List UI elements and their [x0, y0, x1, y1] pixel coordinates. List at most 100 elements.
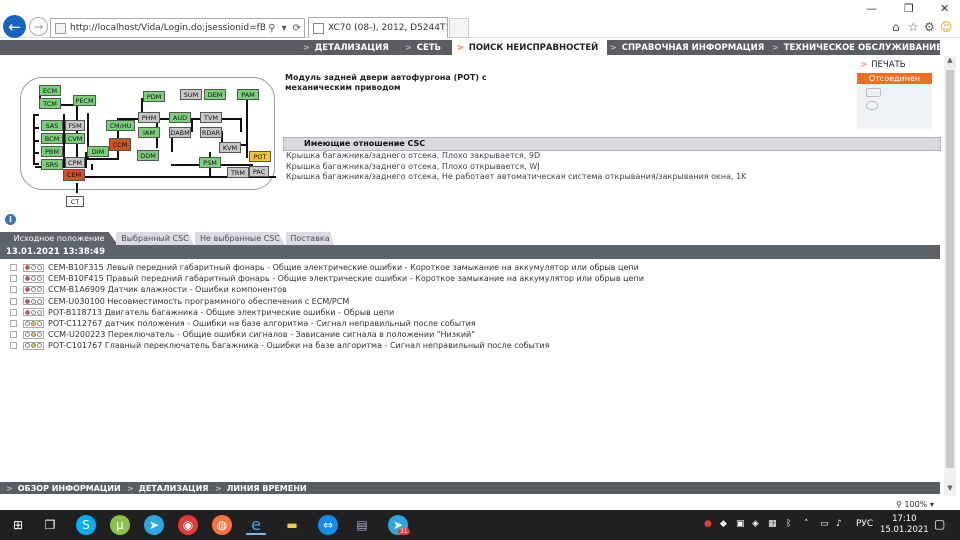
csc-item[interactable]: Крышка багажника/заднего отсека, Плохо о…	[286, 162, 936, 173]
ecu-pbm[interactable]: PBM	[41, 146, 63, 157]
ecu-pecm[interactable]: PECM	[73, 95, 96, 106]
ecu-pot[interactable]: POT	[249, 151, 271, 162]
browser-tab[interactable]: XC70 (08-), 2012, D5244T15,... ✕	[308, 17, 448, 38]
dtc-row[interactable]: POT-C112767 датчик положения - Ошибки на…	[0, 318, 940, 329]
ecu-pdm[interactable]: PDM	[143, 91, 165, 102]
feedback-icon[interactable]: ☺	[940, 20, 953, 34]
ecu-pam[interactable]: PAM	[237, 89, 259, 100]
ecu-ecm[interactable]: ECM	[39, 85, 61, 96]
alert-icon[interactable]: ●	[704, 519, 712, 529]
expand-icon[interactable]	[10, 308, 17, 316]
dtc-row[interactable]: CCM-B1A6909 Датчик влажности - Ошибки ко…	[0, 284, 940, 295]
expand-icon[interactable]	[10, 320, 17, 328]
notifications-icon[interactable]: ▢	[934, 517, 945, 531]
ecu-rdar[interactable]: RDAR	[200, 127, 222, 138]
nav-detailing[interactable]: > ДЕТАЛИЗАЦИЯ	[303, 40, 398, 55]
dropdown-icon[interactable]: ▾	[282, 23, 287, 34]
zoom-level[interactable]: ⚲ 100% ▾	[896, 500, 934, 509]
expand-icon[interactable]	[10, 275, 17, 283]
csc-item[interactable]: Крышка багажника/заднего отсека, Плохо з…	[286, 151, 936, 162]
nav-maintenance[interactable]: > ТЕХНИЧЕСКОЕ ОБСЛУЖИВАНИЕ	[772, 40, 942, 55]
ecu-iam[interactable]: IAM	[138, 127, 160, 138]
ecu-tcm[interactable]: TCM	[39, 98, 61, 109]
address-bar[interactable]: http://localhost/Vida/Login.do;jsessioni…	[50, 18, 305, 38]
home-icon[interactable]: ⌂	[892, 20, 900, 34]
bottom-tab-overview[interactable]: > ОБЗОР ИНФОРМАЦИИ	[6, 482, 121, 494]
ecu-bcm[interactable]: BCM	[41, 133, 63, 144]
ecu-sum[interactable]: SUM	[180, 89, 202, 100]
tray-app2-icon[interactable]: ▣	[736, 519, 745, 529]
close-icon[interactable]: ✕	[940, 2, 949, 15]
address-url[interactable]: http://localhost/Vida/Login.do;jsessioni…	[70, 23, 265, 33]
ecu-kvm[interactable]: KVM	[219, 142, 241, 153]
bottom-tab-detailing[interactable]: > ДЕТАЛИЗАЦИЯ	[127, 482, 208, 494]
ecu-dabm[interactable]: DABM	[169, 127, 191, 138]
volume-icon[interactable]: ♪	[836, 519, 842, 529]
ecu-ccm[interactable]: CCM	[109, 138, 131, 151]
dtc-row[interactable]: CEM-B10F315 Левый передний габаритный фо…	[0, 262, 940, 273]
ecu-srs[interactable]: SRS	[41, 159, 63, 170]
nav-fault-search[interactable]: > ПОИСК НЕИСПРАВНОСТЕЙ	[452, 40, 607, 55]
scroll-down-icon[interactable]: ▼	[944, 484, 956, 492]
task-view-icon[interactable]: ❐	[40, 515, 60, 535]
ecu-cpm[interactable]: CPM	[65, 157, 85, 168]
forward-button[interactable]: →	[29, 17, 48, 36]
ecu-fsm[interactable]: FSM	[65, 120, 85, 131]
tab-unselected-csc[interactable]: Не выбранные CSC	[195, 232, 285, 245]
ecu-aud[interactable]: AUD	[169, 112, 191, 123]
nav-reference-info[interactable]: > СПРАВОЧНАЯ ИНФОРМАЦИЯ	[610, 40, 765, 55]
info-icon[interactable]: i	[5, 214, 16, 225]
nav-network[interactable]: > СЕТЬ	[405, 40, 450, 55]
vertical-scrollbar[interactable]: ▲ ▼	[944, 56, 956, 496]
tray-chevron-icon[interactable]: ˄	[804, 519, 809, 529]
skype-icon[interactable]: S	[76, 515, 96, 535]
expand-icon[interactable]	[10, 297, 17, 305]
ecu-dim[interactable]: DIM	[87, 146, 109, 157]
internet-explorer-icon[interactable]: e	[246, 515, 266, 535]
expand-icon[interactable]	[10, 342, 17, 350]
ecu-trm[interactable]: TRM	[227, 167, 249, 178]
dtc-row[interactable]: CEM-B10F415 Правый передний габаритный ф…	[0, 273, 940, 284]
minimize-icon[interactable]: —	[866, 2, 877, 15]
scrollbar-thumb[interactable]	[946, 70, 954, 468]
bluetooth-icon[interactable]: ᛒ	[786, 519, 791, 529]
favorites-icon[interactable]: ☆	[908, 20, 919, 34]
bottom-tab-timeline[interactable]: > ЛИНИЯ ВРЕМЕНИ	[215, 482, 307, 494]
teamviewer-icon[interactable]: ⇔	[318, 515, 338, 535]
expand-icon[interactable]	[10, 264, 17, 272]
language-indicator[interactable]: РУС	[856, 519, 873, 529]
file-explorer-icon[interactable]: ▬	[282, 515, 302, 535]
dtc-row[interactable]: CCM-U200223 Переключатель - Общие ошибки…	[0, 329, 940, 340]
tab-delivery[interactable]: Поставка	[286, 232, 334, 245]
tray-app-icon[interactable]: ◆	[720, 519, 727, 529]
search-icon[interactable]: ⚲	[268, 23, 275, 34]
chrome-icon[interactable]: ◉	[178, 515, 198, 535]
new-tab-button[interactable]	[449, 18, 469, 38]
ecu-psm[interactable]: PSM	[199, 157, 221, 168]
tray-app4-icon[interactable]: ▦	[768, 519, 777, 529]
expand-icon[interactable]	[10, 331, 17, 339]
ecu-sas[interactable]: SAS	[41, 120, 63, 131]
ecu-phm[interactable]: PHM	[138, 112, 160, 123]
settings-icon[interactable]: ⚙	[924, 20, 935, 34]
ecu-tvm[interactable]: TVM	[200, 112, 222, 123]
expand-icon[interactable]	[10, 286, 17, 294]
ecu-dem[interactable]: DEM	[204, 89, 226, 100]
print-link[interactable]: > ПЕЧАТЬ	[860, 60, 906, 70]
tab-initial-state[interactable]: Исходное положение	[0, 232, 118, 245]
clock[interactable]: 17:10 15.01.2021	[880, 514, 929, 536]
ecu-ct[interactable]: CT	[66, 196, 84, 207]
ecu-cem[interactable]: CEM	[63, 169, 85, 181]
telegram-icon[interactable]: ➤	[144, 515, 164, 535]
ecu-cvm[interactable]: CVM	[65, 133, 85, 144]
tab-selected-csc[interactable]: Выбранный CSC	[116, 232, 194, 245]
tray-app3-icon[interactable]: ◈	[752, 519, 759, 529]
csc-item[interactable]: Крышка багажника/заднего отсека, Не рабо…	[286, 172, 936, 183]
ecu-cm-hu[interactable]: CM/HU	[106, 120, 135, 131]
ecu-ddm[interactable]: DDM	[137, 150, 159, 161]
ecu-pac[interactable]: PAC	[249, 166, 269, 177]
dtc-row[interactable]: POT-B118713 Двигатель багажника - Общие …	[0, 307, 940, 318]
dtc-row[interactable]: CEM-U030100 Несовместимость программного…	[0, 296, 940, 307]
windows-start-icon[interactable]: ⊞	[8, 515, 28, 535]
battery-icon[interactable]: ▭	[820, 519, 829, 529]
